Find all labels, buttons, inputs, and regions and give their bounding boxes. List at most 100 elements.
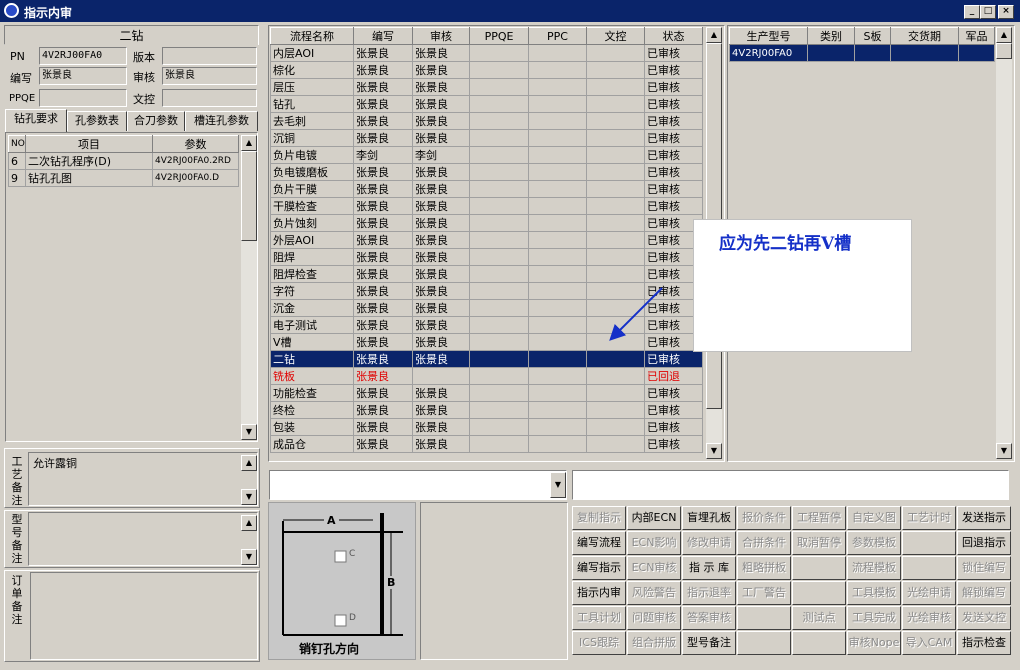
action-button[interactable]: 工厂警告 [737,581,791,605]
action-button[interactable]: 盲埋孔板 [682,506,736,530]
model-scroll-down-icon[interactable]: ▼ [241,549,257,565]
action-button[interactable]: 流程模板 [847,556,901,580]
flow-row[interactable]: 功能检查 张景良 张景良 已审核 [270,384,703,402]
action-button[interactable]: 指示检查 [957,631,1011,655]
model-note-field[interactable]: ▲ ▼ [28,512,258,566]
flow-row[interactable]: 干膜检查 张景良 张景良 已审核 [270,197,703,215]
ppqe-field[interactable] [39,89,127,107]
flow-row[interactable]: 负电镀磨板 张景良 张景良 已审核 [270,163,703,181]
action-button[interactable]: 工具模板 [847,581,901,605]
action-button[interactable]: 取消暂停 [792,531,846,555]
flow-row[interactable]: 沉铜 张景良 张景良 已审核 [270,129,703,147]
flow-col-name[interactable]: 流程名称 [270,27,354,45]
drill-row[interactable]: 9 钻孔孔图 4V2RJ00FA0.D [8,169,239,187]
writer-field[interactable]: 张景良 [39,67,127,85]
action-button[interactable]: 内部ECN [627,506,681,530]
flow-col-ppc[interactable]: PPC [528,27,587,45]
flow-row[interactable]: 阻焊 张景良 张景良 已审核 [270,248,703,266]
action-button[interactable]: 发送文控 [957,606,1011,630]
comment-input[interactable] [572,470,1009,500]
pn-field[interactable]: 4V2RJ00FA0 [39,47,127,65]
action-button[interactable]: 发送指示 [957,506,1011,530]
flow-col-writer[interactable]: 编写 [353,27,413,45]
flow-row[interactable]: 负片电镀 李剑 李剑 已审核 [270,146,703,164]
prod-scroll-thumb[interactable] [996,43,1012,59]
drill-col-item[interactable]: 项目 [25,135,153,153]
model-scroll-up-icon[interactable]: ▲ [241,515,257,531]
flow-col-reviewer[interactable]: 审核 [412,27,470,45]
process-note-field[interactable]: 允许露铜 ▲ ▼ [28,452,258,506]
flow-row[interactable]: 层压 张景良 张景良 已审核 [270,78,703,96]
prod-scroll-down-icon[interactable]: ▼ [996,443,1012,459]
drill-col-param[interactable]: 参数 [152,135,239,153]
drill-row[interactable]: 6 二次钻孔程序(D) 4V2RJ00FA0.2RD [8,152,239,170]
tab-hole-parameters[interactable]: 孔参数表 [67,111,127,131]
flow-row[interactable]: 去毛刺 张景良 张景良 已审核 [270,112,703,130]
note-scroll-up-icon[interactable]: ▲ [241,455,257,471]
flow-row[interactable]: 成品仓 张景良 张景良 已审核 [270,435,703,453]
action-button[interactable]: 导入CAM [902,631,956,655]
note-scroll-down-icon[interactable]: ▼ [241,489,257,505]
doc-control-field[interactable] [162,89,257,107]
prod-col-s[interactable]: S板 [854,27,891,45]
action-button[interactable]: 光绘审核 [902,606,956,630]
step-combobox[interactable]: ▼ [269,470,567,500]
action-button[interactable]: 指示内审 [572,581,626,605]
tab-drill-requirements[interactable]: 钻孔要求 [5,109,67,132]
drill-col-no[interactable]: NO [8,135,26,153]
scroll-up-icon[interactable]: ▲ [241,135,257,151]
maximize-button[interactable]: □ [980,5,996,19]
flow-row[interactable]: 二钻 张景良 张景良 已审核 [270,350,703,368]
action-button[interactable]: 锁住编写 [957,556,1011,580]
action-button[interactable]: 审核Nope [847,631,901,655]
action-button[interactable]: 工程暂停 [792,506,846,530]
flow-row[interactable]: 负片蚀刻 张景良 张景良 已审核 [270,214,703,232]
action-button[interactable]: 工艺计时 [902,506,956,530]
flow-col-ppqe[interactable]: PPQE [469,27,529,45]
action-button[interactable] [792,556,846,580]
prod-scroll-up-icon[interactable]: ▲ [996,27,1012,43]
flow-row[interactable]: 外层AOI 张景良 张景良 已审核 [270,231,703,249]
prod-col-delivery[interactable]: 交货期 [890,27,959,45]
tab-slot-parameters[interactable]: 槽连孔参数 [185,111,258,131]
action-button[interactable]: 测试点 [792,606,846,630]
action-button[interactable]: 问题审核 [627,606,681,630]
action-button[interactable]: ICS跟踪 [572,631,626,655]
action-button[interactable] [737,631,791,655]
action-button[interactable]: 工具完成 [847,606,901,630]
flow-scroll-up-icon[interactable]: ▲ [706,27,722,43]
action-button[interactable]: ECN审核 [627,556,681,580]
flow-row[interactable]: 包装 张景良 张景良 已审核 [270,418,703,436]
action-button[interactable]: 参数模板 [847,531,901,555]
action-button[interactable]: 工具计划 [572,606,626,630]
action-button[interactable]: 修改申请 [682,531,736,555]
action-button[interactable]: 答案审核 [682,606,736,630]
action-button[interactable] [737,606,791,630]
tab-tool-parameters[interactable]: 合刀参数 [127,111,185,131]
action-button[interactable]: 自定义图 [847,506,901,530]
flow-row[interactable]: 终检 张景良 张景良 已审核 [270,401,703,419]
flow-scroll-down-icon[interactable]: ▼ [706,443,722,459]
prod-col-category[interactable]: 类别 [807,27,855,45]
close-button[interactable]: × [998,5,1014,19]
flow-row[interactable]: 内层AOI 张景良 张景良 已审核 [270,44,703,62]
action-button[interactable]: 复制指示 [572,506,626,530]
flow-row[interactable]: 负片干膜 张景良 张景良 已审核 [270,180,703,198]
flow-row[interactable]: 钻孔 张景良 张景良 已审核 [270,95,703,113]
minimize-button[interactable]: _ [964,5,980,19]
order-note-field[interactable] [30,572,258,660]
action-button[interactable]: 指 示 库 [682,556,736,580]
action-button[interactable]: 解锁编写 [957,581,1011,605]
action-button[interactable]: 组合拼版 [627,631,681,655]
production-row[interactable]: 4V2RJ00FA0 [729,44,995,62]
action-button[interactable] [902,556,956,580]
flow-col-status[interactable]: 状态 [644,27,703,45]
action-button[interactable]: 编写流程 [572,531,626,555]
combo-dropdown-icon[interactable]: ▼ [550,472,566,498]
prod-col-military[interactable]: 军品 [958,27,995,45]
action-button[interactable]: 粗略拼板 [737,556,791,580]
flow-row[interactable]: 棕化 张景良 张景良 已审核 [270,61,703,79]
prod-col-model[interactable]: 生产型号 [729,27,808,45]
action-button[interactable]: 光绘申请 [902,581,956,605]
scroll-down-icon[interactable]: ▼ [241,424,257,440]
